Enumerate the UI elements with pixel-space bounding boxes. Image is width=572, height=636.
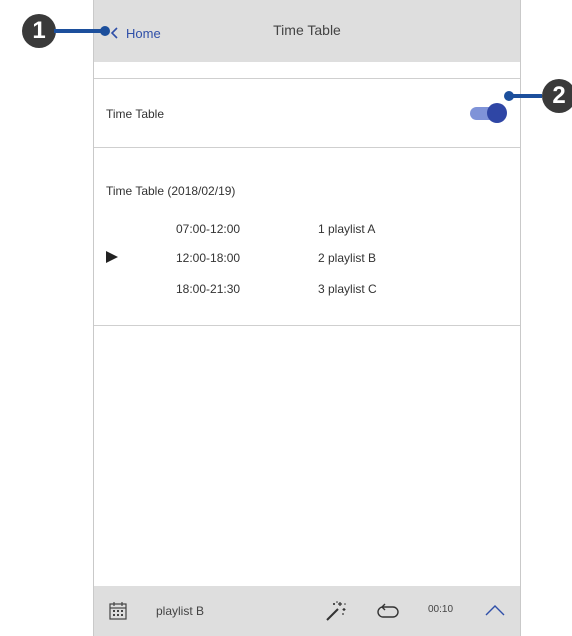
magic-wand-icon[interactable]	[324, 600, 346, 622]
schedule-time: 18:00-21:30	[176, 282, 241, 296]
divider	[94, 147, 520, 148]
playback-time: 00:10	[428, 604, 454, 615]
schedule-playlist: 2 playlist B	[318, 251, 377, 265]
calendar-icon[interactable]	[108, 601, 128, 621]
schedule-time: 07:00-12:00	[176, 222, 241, 236]
schedule-heading: Time Table (2018/02/19)	[106, 184, 236, 198]
callout-line	[54, 29, 104, 33]
page-title: Time Table	[273, 22, 341, 38]
now-playing-icon	[106, 251, 118, 263]
divider	[94, 325, 520, 326]
toggle-knob	[487, 103, 507, 123]
callout-line	[510, 94, 542, 98]
header-bar: Home Time Table	[94, 0, 520, 62]
callout-dot	[100, 26, 110, 36]
app-screen: Home Time Table Time Table Time Table (2…	[93, 0, 521, 636]
schedule-playlist: 1 playlist A	[318, 222, 376, 236]
chevron-up-icon[interactable]	[484, 602, 506, 618]
repeat-icon[interactable]	[377, 602, 399, 620]
callout-badge: 2	[542, 79, 572, 113]
schedule-time: 12:00-18:00	[176, 251, 241, 265]
divider	[94, 78, 520, 79]
time-table-toggle[interactable]	[470, 102, 507, 124]
callout-badge: 1	[22, 14, 56, 48]
schedule-playlist: 3 playlist C	[318, 282, 377, 296]
current-playlist-label: playlist B	[156, 604, 205, 618]
time-table-setting-label: Time Table	[106, 107, 165, 121]
playback-bar: playlist B 00:10	[94, 586, 520, 636]
